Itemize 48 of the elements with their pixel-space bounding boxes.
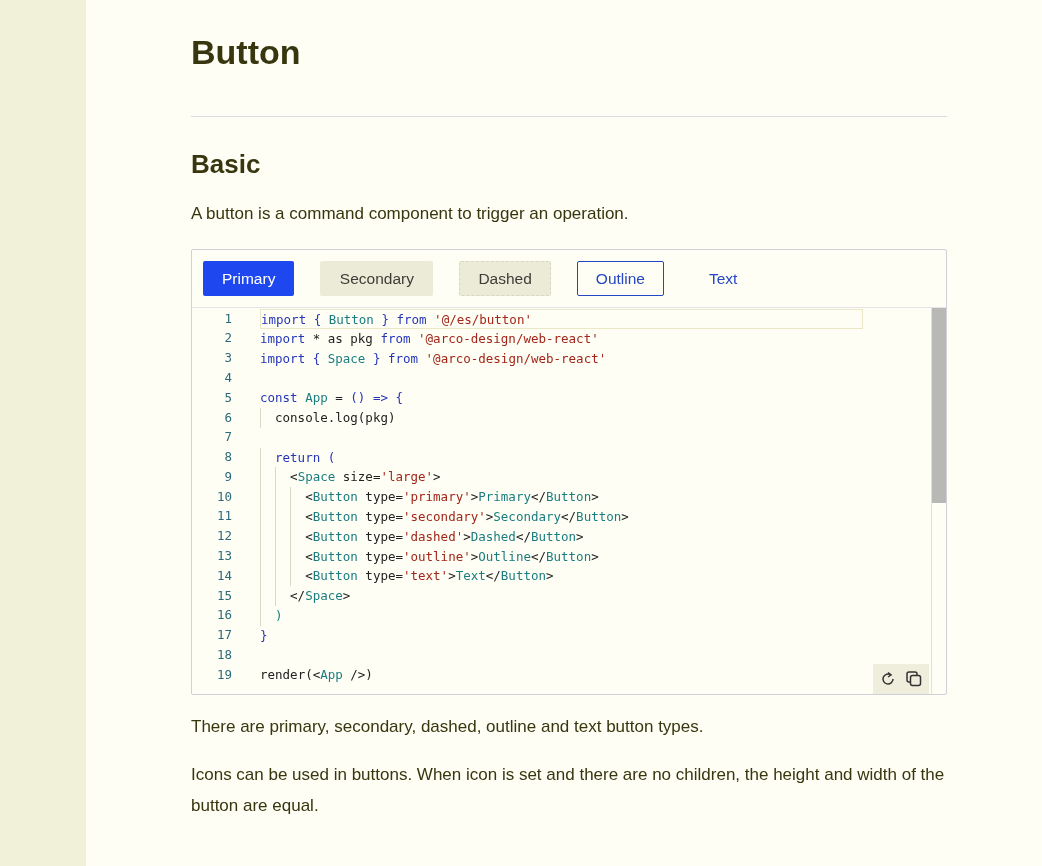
- code-line: import * as pkg from '@arco-design/web-react': [260, 329, 599, 348]
- code-line: import { Space } from '@arco-design/web-react': [260, 349, 607, 368]
- code-line: <Button type='dashed'>Dashed</Button>: [305, 527, 584, 546]
- line-number: 17: [215, 626, 232, 645]
- code-line: const App = () => {: [260, 389, 403, 408]
- code-line: }: [260, 626, 268, 645]
- page-title: Button: [191, 32, 302, 73]
- line-number: 2: [223, 329, 232, 348]
- line-number: 1: [223, 309, 232, 328]
- section-description: A button is a command component to trigger an operation.: [191, 203, 630, 225]
- line-number: 8: [223, 448, 232, 467]
- line-number: 14: [215, 566, 232, 585]
- code-line: <Button type='primary'>Primary</Button>: [305, 488, 599, 507]
- dashed-button[interactable]: Dashed: [459, 261, 551, 296]
- body-paragraph: There are primary, secondary, dashed, outline and text button types.: [191, 716, 705, 738]
- line-number: 3: [223, 349, 232, 368]
- section-heading: Basic: [191, 148, 262, 181]
- text-button[interactable]: Text: [689, 261, 757, 296]
- line-number: 4: [223, 368, 232, 387]
- code-line: render(<App />): [260, 666, 373, 685]
- line-number: 15: [215, 586, 232, 605]
- copy-icon[interactable]: [905, 670, 923, 688]
- code-line: console.log(pkg): [275, 409, 396, 427]
- code-line: <Button type='secondary'>Secondary</Button>: [305, 507, 629, 526]
- primary-button[interactable]: Primary: [203, 261, 295, 296]
- code-line: ): [275, 606, 283, 625]
- code-line: <Button type='text'>Text</Button>: [305, 567, 554, 586]
- line-number: 19: [215, 665, 232, 684]
- code-line: <Button type='outline'>Outline</Button>: [305, 547, 599, 566]
- line-number: 16: [215, 606, 232, 625]
- line-number: 13: [215, 547, 232, 566]
- scrollbar[interactable]: [931, 308, 946, 694]
- line-number: 12: [215, 527, 232, 546]
- line-number: 10: [215, 487, 232, 506]
- body-paragraph: Icons can be used in buttons. When icon is set and there are no children, the height and width of the button are equal.: [191, 764, 946, 817]
- line-number: 11: [215, 507, 232, 526]
- outline-button[interactable]: Outline: [576, 261, 664, 296]
- line-number: 9: [223, 467, 232, 486]
- code-line: return (: [275, 448, 336, 467]
- line-number: 18: [215, 646, 232, 665]
- line-number: 5: [223, 388, 232, 407]
- secondary-button[interactable]: Secondary: [320, 261, 434, 296]
- refresh-icon[interactable]: [879, 670, 897, 688]
- code-line: <Space size='large'>: [290, 468, 441, 487]
- line-number: 6: [223, 408, 232, 427]
- line-number: 7: [223, 428, 232, 447]
- code-line: </Space>: [290, 587, 351, 606]
- code-line: import { Button } from '@/es/button': [261, 311, 532, 328]
